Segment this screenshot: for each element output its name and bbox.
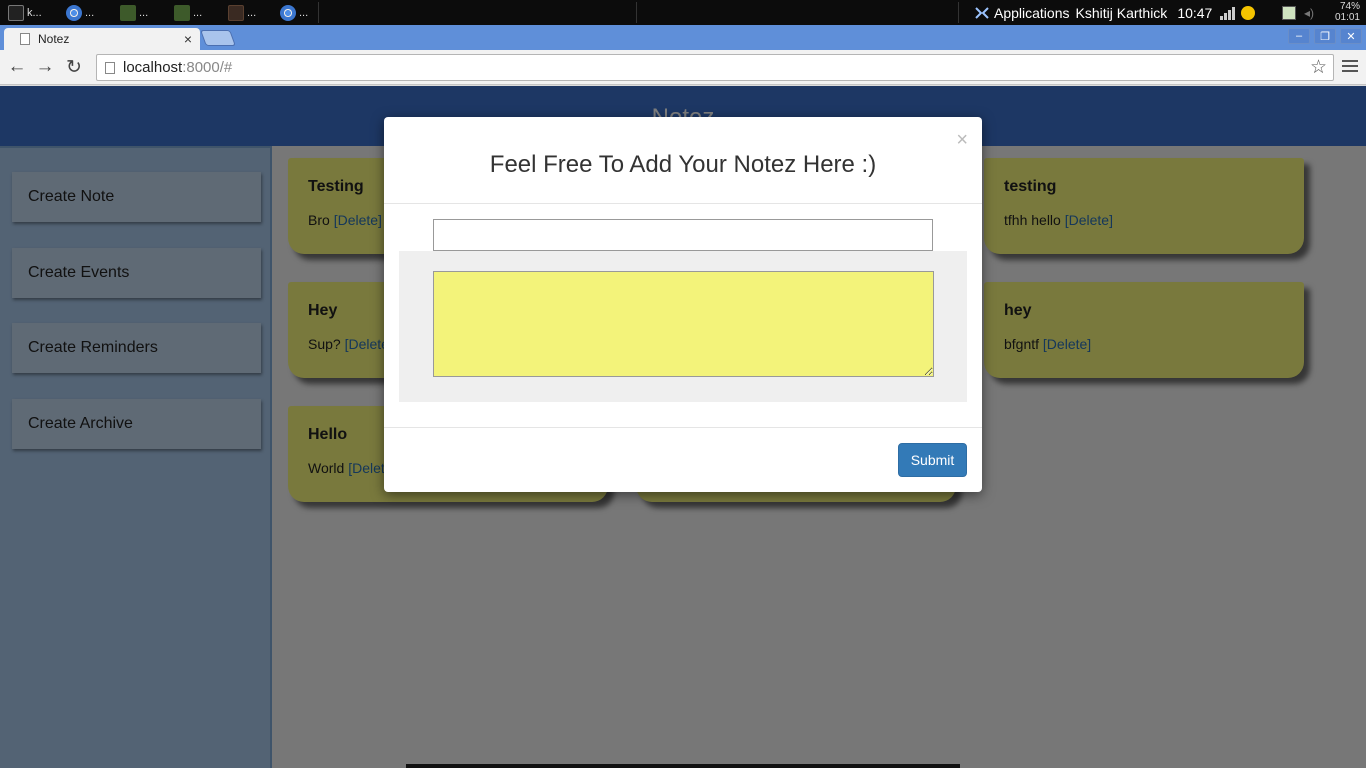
notification-icon[interactable] [1241, 5, 1256, 20]
taskbar-item-chrome[interactable]: ... [276, 2, 312, 23]
taskbar-item-label: ... [85, 6, 95, 19]
add-note-modal: × Feel Free To Add Your Notez Here :) Su… [384, 117, 982, 492]
taskbar-item-label: ... [299, 6, 309, 19]
applications-menu[interactable]: Applications [994, 5, 1070, 21]
taskbar-item-chrome[interactable]: ... [62, 2, 98, 23]
chrome-icon [66, 4, 82, 21]
folder-icon [120, 4, 136, 21]
modal-divider [384, 427, 982, 428]
url-path: :8000/# [182, 59, 233, 76]
terminal-icon [8, 4, 24, 21]
battery-time: 01:01 [1334, 12, 1360, 23]
taskbar-item-image[interactable]: ... [224, 2, 260, 23]
forward-arrow-icon[interactable]: → [34, 56, 56, 78]
battery-indicator[interactable]: 74% 01:01 [1335, 1, 1360, 23]
tray-extra: ◂) [1282, 0, 1314, 25]
browser-toolbar: ← → ↻ localhost :8000/# ☆ [0, 50, 1366, 85]
browser-tab[interactable]: Notez × [4, 28, 200, 50]
close-window-button[interactable]: ✕ [1340, 28, 1362, 44]
clock[interactable]: 10:47 [1177, 5, 1212, 21]
back-arrow-icon[interactable]: ← [6, 56, 28, 78]
system-tray: Applications Kshitij Karthick 10:47 [974, 0, 1256, 25]
page-icon [105, 61, 115, 74]
restore-button[interactable]: ❐ [1314, 28, 1336, 44]
taskbar-item-label: ... [139, 6, 149, 19]
taskbar-item-folder[interactable]: ... [116, 2, 152, 23]
taskbar-item-terminal[interactable]: k... [4, 2, 46, 23]
browser-tab-strip: Notez × – ❐ ✕ [0, 25, 1366, 50]
modal-divider [384, 203, 982, 204]
address-bar[interactable]: localhost :8000/# ☆ [96, 54, 1334, 81]
taskbar-item-label: ... [247, 6, 257, 19]
taskbar-item-label: ... [193, 6, 203, 19]
chrome-icon [280, 4, 296, 21]
clipboard-icon[interactable] [1282, 5, 1296, 20]
folder-icon [174, 4, 190, 21]
url-host: localhost [123, 59, 183, 76]
page-icon [20, 33, 30, 45]
taskbar-divider [636, 2, 637, 23]
tab-title: Notez [38, 32, 70, 46]
submit-button[interactable]: Submit [898, 443, 967, 477]
user-name[interactable]: Kshitij Karthick [1076, 5, 1168, 21]
note-body-textarea[interactable] [433, 271, 934, 377]
signal-icon[interactable] [1220, 6, 1236, 20]
taskbar-item-label: k... [27, 6, 42, 19]
image-viewer-icon [228, 4, 244, 21]
note-title-input[interactable] [433, 219, 933, 251]
taskbar-divider [958, 2, 959, 23]
close-tab-icon[interactable]: × [184, 31, 192, 47]
close-icon[interactable]: × [956, 129, 968, 152]
browser-menu-icon[interactable] [1342, 60, 1358, 75]
taskbar-item-folder[interactable]: ... [170, 2, 206, 23]
bottom-bar [406, 764, 960, 768]
minimize-button[interactable]: – [1288, 28, 1310, 44]
volume-icon[interactable]: ◂) [1304, 6, 1314, 20]
web-page: Notez Create Note Create Events Create R… [0, 86, 1366, 768]
battery-percent: 74% [1339, 1, 1360, 12]
os-taskbar: k... ... ... ... ... ... Applications Ks… [0, 0, 1366, 25]
new-tab-button[interactable] [200, 30, 236, 46]
bookmark-star-icon[interactable]: ☆ [1310, 56, 1327, 79]
reload-icon[interactable]: ↻ [63, 56, 85, 78]
modal-title: Feel Free To Add Your Notez Here :) [489, 151, 877, 178]
note-body-panel [399, 251, 967, 402]
taskbar-divider [318, 2, 319, 23]
applications-icon[interactable] [974, 5, 990, 21]
